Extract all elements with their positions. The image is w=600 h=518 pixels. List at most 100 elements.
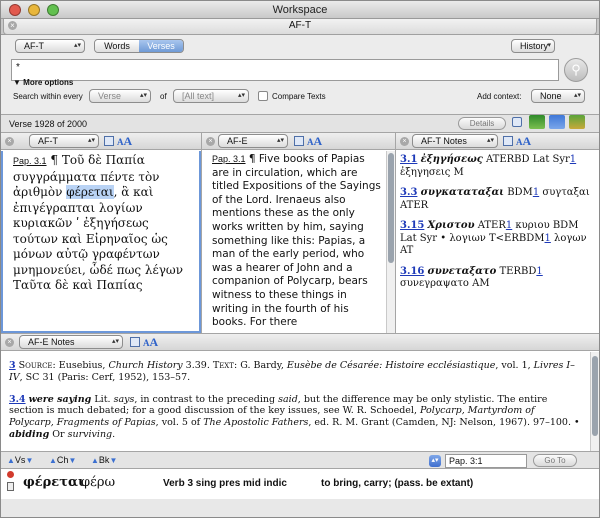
- note-link[interactable]: 1: [536, 266, 542, 277]
- words-mode-button[interactable]: Words: [95, 40, 139, 52]
- close-tab-icon[interactable]: ×: [8, 21, 17, 30]
- greek-text: Pap. 3.1 ¶ Τοῦ δὲ Παπία συγγράμματα πέντ…: [3, 151, 199, 294]
- pane-text-popup[interactable]: AF-T ▴▾: [29, 134, 99, 148]
- note-text: Or: [49, 428, 68, 440]
- note-item: 3.1 ἐξηγήσεως ATERBD Lat Syr1 ἐξηγησεις …: [400, 154, 595, 179]
- note-reference[interactable]: 3.3: [400, 187, 417, 198]
- next-book-icon[interactable]: ▼: [109, 456, 117, 465]
- pane-layout-icon[interactable]: [294, 136, 304, 146]
- note-text: ἐξηγησεις M: [400, 166, 464, 178]
- pane-text-popup[interactable]: AF-E ▴▾: [218, 134, 288, 148]
- pane-title: AF-E: [227, 136, 248, 146]
- close-pane-icon[interactable]: ×: [5, 338, 14, 347]
- note-work-title: The Apostolic Fathers: [203, 417, 309, 429]
- disclosure-triangle-icon: ▼: [13, 78, 21, 87]
- add-pane-icon[interactable]: [549, 115, 565, 129]
- note-reference[interactable]: 3.1: [400, 154, 417, 165]
- search-source-popup[interactable]: AF-T ▴▾: [15, 39, 85, 53]
- font-size-icon[interactable]: AA: [143, 335, 158, 350]
- note-italic: surviving: [67, 428, 113, 440]
- pane-af-t: × AF-T ▴▾ AA Pap. 3.1 ¶ Τοῦ δὲ Παπία συγγ…: [1, 133, 202, 333]
- search-input[interactable]: *: [11, 59, 559, 81]
- pane-content[interactable]: Pap. 3.1 ¶ Five books of Papias are in c…: [202, 151, 395, 333]
- pane-header: × AF-E ▴▾ AA: [202, 133, 395, 150]
- history-label: History: [520, 41, 549, 51]
- pane-layout-icon[interactable]: [503, 136, 513, 146]
- note-text: συνεγραψατο AM: [400, 278, 490, 289]
- book-nav: ▲Bk▼: [91, 455, 117, 465]
- previous-chapter-icon[interactable]: ▲: [49, 456, 57, 465]
- font-size-icon[interactable]: AA: [307, 134, 322, 149]
- english-notes[interactable]: 3 Source: Eusebius, Church History 3.39.…: [1, 352, 589, 451]
- close-pane-icon[interactable]: ×: [5, 137, 14, 146]
- note-italic: says: [113, 393, 135, 405]
- pane-header: × AF-T Notes ▴▾ AA: [396, 133, 599, 150]
- popup-arrows-icon: ▴▾: [237, 92, 245, 99]
- goto-input[interactable]: Pap. 3:1: [445, 454, 527, 468]
- details-button[interactable]: Details: [458, 117, 506, 130]
- note-phrase: were saying: [28, 393, 92, 405]
- gloss: to bring, carry; (pass. be extant): [321, 478, 474, 489]
- search-range-popup[interactable]: [All text] ▴▾: [173, 89, 249, 103]
- layout-icon[interactable]: [512, 117, 522, 127]
- goto-menu-icon[interactable]: ▴▾: [429, 455, 441, 467]
- previous-book-icon[interactable]: ▲: [91, 456, 99, 465]
- pane-layout-icon[interactable]: [130, 337, 140, 347]
- previous-verse-icon[interactable]: ▲: [7, 456, 15, 465]
- tree-icon[interactable]: [529, 115, 545, 129]
- pane-text-popup[interactable]: AF-T Notes ▴▾: [412, 134, 498, 148]
- search-button[interactable]: ⚲: [564, 58, 588, 82]
- search-panel: AF-T ▴▾ Words Verses History ▾ * ⚲ ▼ More …: [1, 35, 599, 115]
- next-chapter-icon[interactable]: ▼: [68, 456, 76, 465]
- scroll-thumb[interactable]: [592, 356, 598, 436]
- verse-reference[interactable]: Pap. 3.1: [212, 154, 246, 164]
- search-within-popup[interactable]: Verse ▴▾: [89, 89, 151, 103]
- pane-scrollbar[interactable]: [386, 151, 395, 333]
- note-item: 3.4 were saying Lit. says, in contrast t…: [9, 394, 581, 441]
- title-bar: Workspace: [1, 1, 599, 19]
- history-button[interactable]: History ▾: [511, 39, 555, 53]
- add-context-popup[interactable]: None ▴▾: [531, 89, 585, 103]
- of-label: of: [160, 92, 167, 101]
- close-pane-icon[interactable]: ×: [206, 137, 215, 146]
- goto-button[interactable]: Go To: [533, 454, 577, 467]
- verses-mode-button[interactable]: Verses: [139, 40, 183, 52]
- search-range-value: [All text]: [182, 91, 215, 101]
- note-item: 3 Source: Eusebius, Church History 3.39.…: [9, 360, 581, 384]
- scroll-thumb[interactable]: [388, 153, 394, 263]
- verse-bar: Verse 1928 of 2000 Details: [1, 115, 599, 133]
- pane-af-e: × AF-E ▴▾ AA Pap. 3.1 ¶ Five books of Pap…: [202, 133, 396, 333]
- compare-texts-checkbox[interactable]: [258, 91, 268, 101]
- pane-content[interactable]: 3.1 ἐξηγήσεως ATERBD Lat Syr1 ἐξηγησεις …: [396, 151, 599, 333]
- selected-word[interactable]: φέρεται: [66, 185, 114, 199]
- english-text-body: Five books of Papias are in circulation,…: [212, 153, 381, 329]
- verse-reference[interactable]: Pap. 3.1: [13, 156, 47, 166]
- pane-layout-icon[interactable]: [104, 136, 114, 146]
- popup-arrows-icon: ▴▾: [73, 42, 81, 49]
- notes-scrollbar[interactable]: [590, 352, 599, 452]
- tab-af-t[interactable]: × AF-T: [3, 19, 597, 35]
- note-item: 3.15 Χριστου ATER1 κυριου BDM Lat Syr • …: [400, 220, 595, 258]
- font-size-icon[interactable]: AA: [516, 134, 531, 149]
- popup-arrows-icon: ▴▾: [573, 92, 581, 99]
- pane-text-popup[interactable]: AF-E Notes ▴▾: [19, 335, 123, 349]
- font-size-icon[interactable]: AA: [117, 134, 132, 149]
- note-word: Χριστου: [427, 220, 475, 231]
- search-within-value: Verse: [98, 91, 122, 101]
- note-word: συνεταξατο: [427, 265, 497, 277]
- pane-content[interactable]: Pap. 3.1 ¶ Τοῦ δὲ Παπία συγγράμματα πέντ…: [1, 151, 201, 333]
- note-reference[interactable]: 3.16: [400, 266, 424, 277]
- more-options-toggle[interactable]: ▼ More options: [13, 78, 73, 87]
- english-text: Pap. 3.1 ¶ Five books of Papias are in c…: [202, 151, 395, 330]
- note-text: , ed. R. M. Grant (Camden, NJ: Nelson, 1…: [308, 417, 580, 429]
- note-reference[interactable]: 3.15: [400, 220, 424, 231]
- close-pane-icon[interactable]: ×: [400, 137, 409, 146]
- note-reference[interactable]: 3.4: [9, 394, 26, 405]
- note-word: ἐξηγήσεως: [420, 154, 483, 165]
- edit-notes-icon[interactable]: [569, 115, 585, 129]
- note-link[interactable]: 1: [570, 154, 576, 165]
- next-verse-icon[interactable]: ▼: [25, 456, 33, 465]
- status-indicator-icon: [7, 471, 14, 478]
- lock-icon[interactable]: [7, 482, 14, 491]
- note-reference[interactable]: 3: [9, 360, 16, 371]
